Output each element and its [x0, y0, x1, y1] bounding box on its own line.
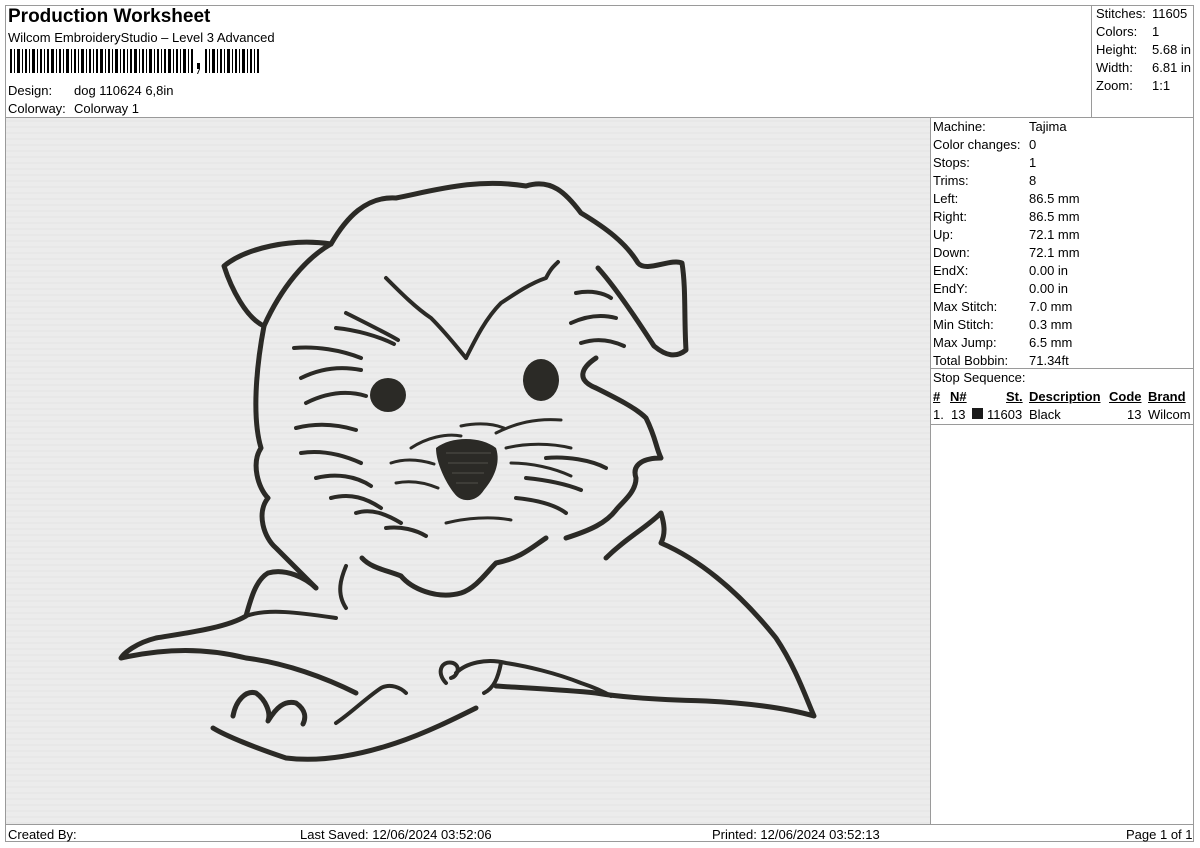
thread-color-swatch [972, 408, 983, 419]
page-number: Page 1 of 1 [1126, 827, 1193, 842]
colorway-row: Colorway: Colorway 1 [8, 100, 139, 118]
summary-panel: Stitches: 11605 Colors: 1 Height: 5.68 in W… [1091, 5, 1194, 117]
barcode [8, 49, 275, 75]
col-header-description: Description [1029, 389, 1101, 404]
height-row: Height: 5.68 in [1096, 41, 1191, 59]
page-title: Production Worksheet [8, 6, 211, 27]
stitches-row: Stitches: 11605 [1096, 5, 1187, 23]
stop-sequence-divider-top [931, 368, 1194, 369]
zoom-value: 1:1 [1152, 78, 1171, 93]
printed-date: Printed: 12/06/2024 03:52:13 [712, 827, 880, 842]
stop-sequence-divider-bottom [931, 424, 1194, 425]
row-code: 13 [1127, 407, 1142, 422]
height-label: Height: [1096, 42, 1138, 57]
row-stitches: 11603 [987, 407, 1023, 422]
dog-embroidery-design [6, 118, 930, 824]
stop-sequence-title: Stop Sequence: [933, 370, 1026, 385]
last-saved: Last Saved: 12/06/2024 03:52:06 [300, 827, 492, 842]
worksheet-header: Production Worksheet Wilcom EmbroiderySt… [8, 6, 275, 75]
design-value: dog 110624 6,8in [74, 83, 174, 98]
row-description: Black [1029, 407, 1061, 422]
barcode-graphic [10, 49, 259, 74]
design-row: Design: dog 110624 6,8in [8, 82, 174, 100]
row-brand: Wilcom [1148, 407, 1191, 422]
width-row: Width: 6.81 in [1096, 59, 1191, 77]
colors-value: 1 [1152, 24, 1160, 39]
created-by: Created By: [8, 827, 77, 842]
height-value: 5.68 in [1152, 42, 1192, 57]
col-header-n: N# [950, 389, 967, 404]
width-label: Width: [1096, 60, 1133, 75]
colors-label: Colors: [1096, 24, 1138, 39]
colorway-label: Colorway: [8, 101, 66, 116]
design-preview [6, 118, 930, 824]
colorway-value: Colorway 1 [74, 101, 140, 116]
stop-sequence-panel: Stop Sequence: # N# St. Description Code… [931, 117, 1194, 447]
col-header-st: St. [1006, 389, 1023, 404]
zoom-row: Zoom: 1:1 [1096, 77, 1170, 95]
stitches-value: 11605 [1152, 6, 1188, 21]
zoom-label: Zoom: [1096, 78, 1133, 93]
stitches-label: Stitches: [1096, 6, 1146, 21]
row-needle: 13 [951, 407, 966, 422]
colors-row: Colors: 1 [1096, 23, 1159, 41]
col-header-code: Code [1109, 389, 1142, 404]
footer-divider [5, 824, 1194, 825]
col-header-brand: Brand [1148, 389, 1186, 404]
row-num: 1. [933, 407, 944, 422]
design-label: Design: [8, 83, 53, 98]
width-value: 6.81 in [1152, 60, 1192, 75]
col-header-num: # [933, 389, 941, 404]
software-name: Wilcom EmbroideryStudio – Level 3 Advanc… [8, 30, 275, 45]
